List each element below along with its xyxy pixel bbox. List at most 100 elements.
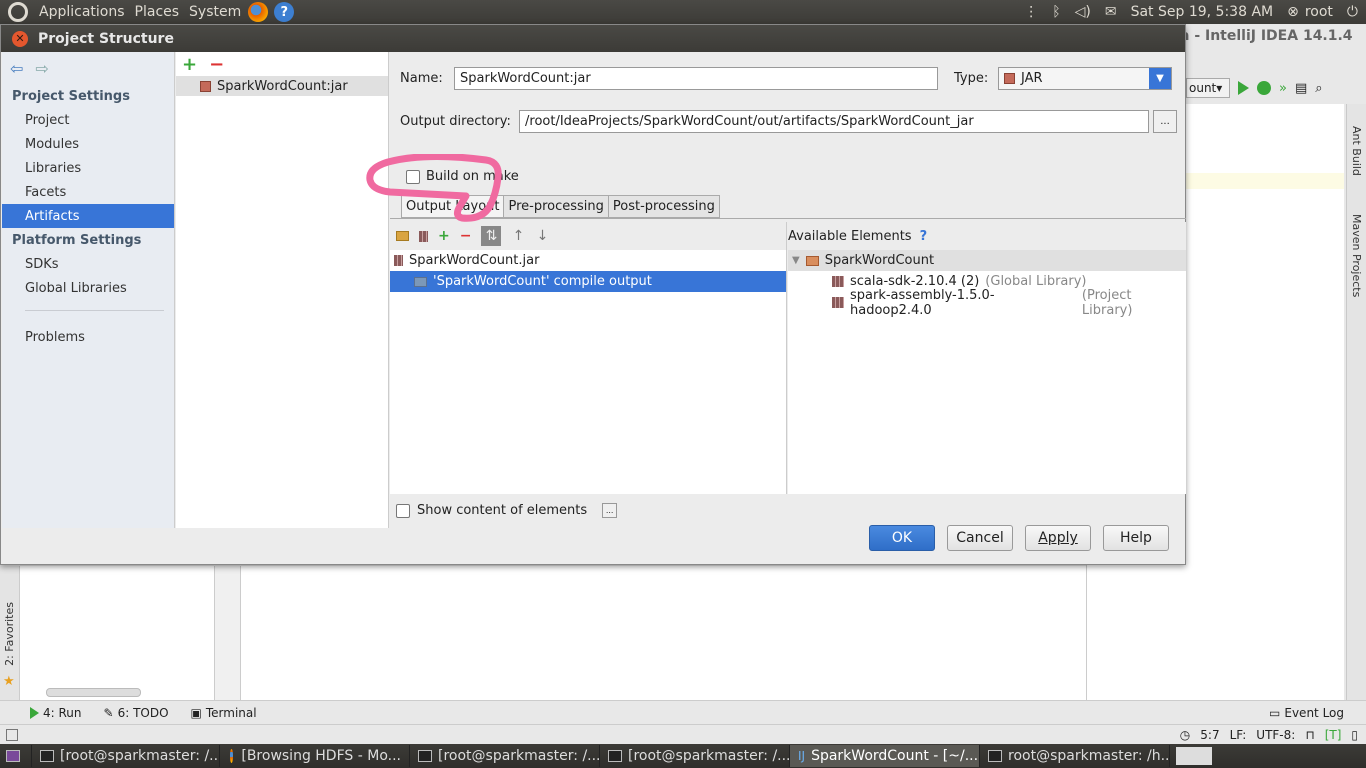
caret-position[interactable]: 5:7 xyxy=(1200,728,1219,742)
sidebar-item-problems[interactable]: Problems xyxy=(2,325,174,349)
chevron-down-icon[interactable]: ▼ xyxy=(1149,68,1171,89)
tree-row-compile-output[interactable]: 'SparkWordCount' compile output xyxy=(390,271,786,292)
sidebar-item-facets[interactable]: Facets xyxy=(2,180,174,204)
tab-pre-processing[interactable]: Pre-processing xyxy=(504,195,609,218)
ubuntu-logo-icon[interactable] xyxy=(8,2,28,22)
taskbar-item-label: SparkWordCount - [~/... xyxy=(811,748,979,764)
show-content-options-button[interactable]: ... xyxy=(602,503,618,518)
run-tool-button[interactable]: 4: Run xyxy=(30,706,82,720)
taskbar-item[interactable]: root@sparkmaster: /h... xyxy=(980,745,1170,767)
new-archive-icon[interactable] xyxy=(419,230,428,242)
close-icon[interactable]: ✕ xyxy=(12,30,28,47)
taskbar-item[interactable]: [root@sparkmaster: /... xyxy=(600,745,790,767)
add-icon[interactable]: + xyxy=(182,54,197,75)
system-menu[interactable]: System xyxy=(184,4,246,20)
build-on-make-label: Build on make xyxy=(426,169,519,184)
places-menu[interactable]: Places xyxy=(130,4,185,20)
user-icon: ⊗ xyxy=(1287,4,1299,20)
library-icon xyxy=(832,297,844,308)
taskbar-item-label: root@sparkmaster: /h... xyxy=(1008,748,1170,764)
file-encoding[interactable]: UTF-8: xyxy=(1256,728,1295,742)
output-directory-field[interactable]: /root/IdeaProjects/SparkWordCount/out/ar… xyxy=(519,110,1149,133)
sidebar-item-global-libraries[interactable]: Global Libraries xyxy=(2,276,174,300)
debug-icon[interactable] xyxy=(1257,81,1271,95)
show-desktop-button[interactable] xyxy=(0,745,32,767)
move-up-icon[interactable]: ↑ xyxy=(511,228,525,244)
cancel-button[interactable]: Cancel xyxy=(947,525,1013,551)
clock[interactable]: Sat Sep 19, 5:38 AM xyxy=(1131,4,1274,20)
search-icon[interactable]: ⌕ xyxy=(1315,81,1322,96)
maven-projects-tab[interactable]: Maven Projects xyxy=(1350,214,1363,297)
tree-row-jar[interactable]: SparkWordCount.jar xyxy=(390,250,786,271)
taskbar-item[interactable]: [Browsing HDFS - Mo... xyxy=(220,745,410,767)
lock-icon[interactable]: ⊓ xyxy=(1305,728,1314,742)
coverage-icon[interactable]: » xyxy=(1279,81,1287,96)
help-icon[interactable]: ? xyxy=(274,2,295,22)
move-down-icon[interactable]: ↓ xyxy=(535,228,549,244)
show-content-checkbox[interactable] xyxy=(396,503,410,518)
terminal-window-icon xyxy=(988,750,1002,762)
favorites-tab[interactable]: 2: Favorites xyxy=(3,602,16,666)
tree-row-library[interactable]: spark-assembly-1.5.0-hadoop2.4.0 (Projec… xyxy=(788,288,1186,318)
user-menu[interactable]: ⊗ root xyxy=(1287,4,1333,20)
remove-icon[interactable]: − xyxy=(209,54,224,75)
help-button[interactable]: Help xyxy=(1103,525,1169,551)
mail-icon[interactable]: ✉ xyxy=(1105,4,1117,20)
event-log-button[interactable]: ▭ Event Log xyxy=(1269,706,1344,720)
run-icon[interactable] xyxy=(1238,81,1249,95)
line-separator[interactable]: LF: xyxy=(1230,728,1247,742)
horizontal-scrollbar[interactable] xyxy=(46,688,141,697)
name-field[interactable]: SparkWordCount:jar xyxy=(454,67,938,90)
sidebar-item-libraries[interactable]: Libraries xyxy=(2,156,174,180)
todo-tool-button[interactable]: ✎ 6: TODO xyxy=(104,706,169,720)
applications-menu[interactable]: Applications xyxy=(34,4,130,20)
firefox-icon[interactable] xyxy=(248,2,269,22)
list-item[interactable]: SparkWordCount:jar xyxy=(176,76,388,96)
add-copy-icon[interactable]: + xyxy=(438,228,450,244)
power-icon[interactable]: ⏻ xyxy=(1347,4,1358,20)
build-on-make-checkbox[interactable] xyxy=(406,169,420,184)
remove-element-icon[interactable]: − xyxy=(460,228,472,244)
sidebar-item-artifacts[interactable]: Artifacts xyxy=(2,204,174,228)
sidebar-item-project[interactable]: Project xyxy=(2,108,174,132)
new-directory-icon[interactable] xyxy=(396,231,409,241)
bluetooth-icon[interactable]: ᛒ xyxy=(1052,4,1060,20)
ant-build-tab[interactable]: Ant Build xyxy=(1350,126,1363,176)
forward-arrow-icon[interactable]: ⇨ xyxy=(35,59,48,78)
taskbar-item-active[interactable]: IJ SparkWordCount - [~/... xyxy=(790,745,980,767)
terminal-tool-button[interactable]: ▣ Terminal xyxy=(191,706,257,720)
workspace-switcher[interactable] xyxy=(1176,747,1212,765)
sidebar-item-modules[interactable]: Modules xyxy=(2,132,174,156)
inspector-icon[interactable]: [T] xyxy=(1325,728,1342,742)
back-arrow-icon[interactable]: ⇦ xyxy=(10,59,23,78)
artifact-tabs: Output Layout Pre-processing Post-proces… xyxy=(401,195,720,218)
project-panel[interactable] xyxy=(20,566,215,700)
taskbar-item[interactable]: [root@sparkmaster: /... xyxy=(410,745,600,767)
help-question-icon[interactable]: ? xyxy=(920,229,928,244)
editor-area[interactable] xyxy=(240,566,1086,700)
intellij-icon: IJ xyxy=(798,749,806,763)
expand-triangle-icon[interactable]: ▼ xyxy=(792,255,800,266)
type-select[interactable]: JAR ▼ xyxy=(998,67,1172,90)
browse-button[interactable]: ... xyxy=(1153,110,1177,133)
sidebar-item-sdks[interactable]: SDKs xyxy=(2,252,174,276)
editor-gutter xyxy=(215,566,240,700)
settings-sidebar: ⇦ ⇨ Project Settings Project Modules Lib… xyxy=(2,52,175,528)
show-content-row: Show content of elements ... xyxy=(396,503,618,518)
ok-button[interactable]: OK xyxy=(869,525,935,551)
sort-icon[interactable]: ⇅ xyxy=(481,226,502,246)
tab-output-layout[interactable]: Output Layout xyxy=(401,195,505,218)
taskbar-item-label: [Browsing HDFS - Mo... xyxy=(241,748,401,764)
run-config-select[interactable]: ount ▾ xyxy=(1186,78,1230,98)
apply-button[interactable]: Apply xyxy=(1025,525,1091,551)
tab-post-processing[interactable]: Post-processing xyxy=(608,195,720,218)
keyboard-icon[interactable]: ⋮ xyxy=(1024,4,1038,20)
trash-icon[interactable]: ▯ xyxy=(1351,728,1358,742)
taskbar-item[interactable]: [root@sparkmaster: /... xyxy=(32,745,220,767)
right-tool-strip: Ant Build Maven Projects xyxy=(1346,104,1366,700)
volume-icon[interactable]: ◁) xyxy=(1075,4,1091,20)
tool-windows-icon[interactable] xyxy=(6,728,18,741)
user-name: root xyxy=(1304,4,1333,20)
tree-row-module[interactable]: ▼ SparkWordCount xyxy=(788,250,1186,271)
project-structure-icon[interactable]: ▤ xyxy=(1295,81,1307,96)
